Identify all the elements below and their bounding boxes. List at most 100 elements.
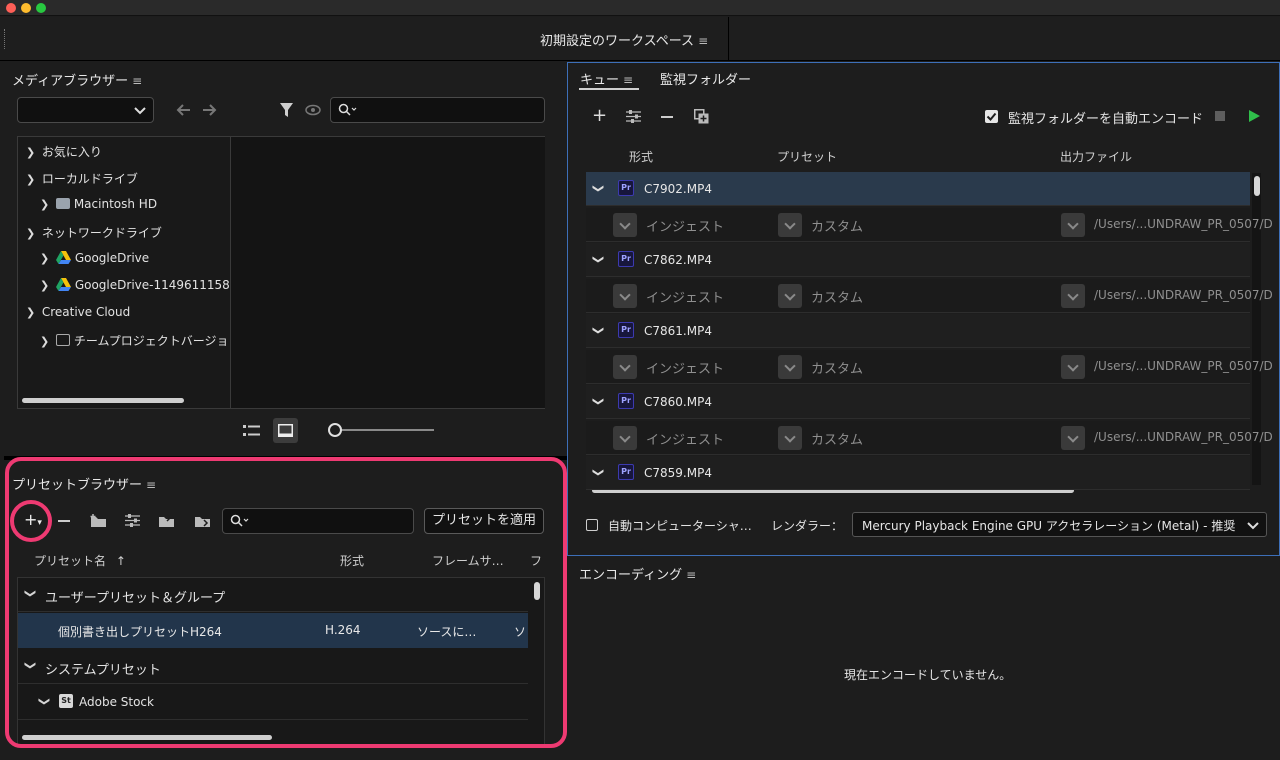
tree-item-local-drives[interactable]: ❯ ローカルドライブ [26,170,138,187]
chevron-right-icon[interactable]: ❯ [40,335,52,348]
chevron-down-icon [1247,522,1259,530]
preset-dropdown[interactable] [778,425,802,450]
close-window-button[interactable] [6,3,16,13]
preset-dropdown[interactable] [778,283,802,308]
drag-grip[interactable] [4,29,6,49]
workspace-menu-icon[interactable]: ≡ [698,34,708,48]
tree-horizontal-scrollbar[interactable] [22,398,184,403]
workspace-title[interactable]: 初期設定のワークスペース ≡ [540,30,708,49]
chevron-down-icon[interactable]: ❯ [592,326,605,335]
format-dropdown[interactable] [613,354,637,379]
output-dropdown[interactable] [1061,425,1085,450]
output-file-path[interactable]: /Users/...UNDRAW_PR_0507/D [1094,359,1273,373]
forward-arrow-icon[interactable] [201,103,217,117]
encoding-menu-icon[interactable]: ≡ [686,568,696,582]
remove-source-icon[interactable] [661,116,673,119]
thumbnail-zoom-slider[interactable] [334,429,434,431]
source-filename: C7861.MP4 [644,324,712,338]
workspace-separator [728,17,729,61]
chevron-down-icon[interactable]: ❯ [592,468,605,477]
auto-computer-label[interactable]: 自動コンピューターシャ… [608,517,752,534]
output-dropdown[interactable] [1061,354,1085,379]
tree-item-favorites[interactable]: ❯ お気に入り [26,143,102,160]
chevron-down-icon[interactable]: ❯ [592,184,605,193]
queue-source-row[interactable]: ❯ Pr C7860.MP4 [586,385,1250,419]
renderer-dropdown[interactable]: Mercury Playback Engine GPU アクセラレーション (M… [852,512,1267,537]
format-dropdown[interactable] [613,212,637,237]
tree-item-team-projects[interactable]: ❯ チームプロジェクトバージョン [40,332,230,349]
format-dropdown[interactable] [613,283,637,308]
chevron-down-icon[interactable]: ❯ [26,227,38,240]
zoom-window-button[interactable] [36,3,46,13]
preset-dropdown[interactable] [778,212,802,237]
source-filename: C7902.MP4 [644,182,712,196]
queue-vertical-scrollbar[interactable] [1254,176,1260,196]
chevron-down-icon[interactable]: ❯ [26,306,38,319]
google-drive-icon [55,278,71,291]
output-preset[interactable]: カスタム [811,287,863,306]
output-preset[interactable]: カスタム [811,358,863,377]
location-dropdown[interactable] [17,97,154,123]
media-browser-menu-icon[interactable]: ≡ [132,74,142,88]
output-file-path[interactable]: /Users/...UNDRAW_PR_0507/D [1094,217,1273,231]
queue-output-row[interactable]: インジェスト カスタム/Users/...UNDRAW_PR_0507/D [586,278,1273,313]
queue-settings-icon[interactable] [626,110,641,123]
output-format[interactable]: インジェスト [646,287,724,306]
output-file-path[interactable]: /Users/...UNDRAW_PR_0507/D [1094,430,1273,444]
media-search-input[interactable] [330,97,545,123]
queue-output-row[interactable]: インジェスト カスタム/Users/...UNDRAW_PR_0507/D [586,207,1273,242]
tree-item-googledrive[interactable]: ❯ GoogleDrive [40,251,149,265]
output-format[interactable]: インジェスト [646,429,724,448]
duplicate-icon[interactable] [694,109,709,124]
thumbnail-view-button[interactable] [273,418,298,443]
start-queue-play-icon[interactable] [1249,110,1260,122]
queue-output-row[interactable]: インジェスト カスタム/Users/...UNDRAW_PR_0507/D [586,349,1273,384]
output-preset[interactable]: カスタム [811,429,863,448]
eye-icon[interactable] [305,104,321,116]
queue-source-row[interactable]: ❯ Pr C7902.MP4 [586,172,1250,206]
chevron-down-icon[interactable]: ❯ [26,173,38,186]
tree-label: Macintosh HD [73,197,158,211]
chevron-right-icon[interactable]: ❯ [40,279,52,292]
tree-item-creative-cloud[interactable]: ❯ Creative Cloud [26,305,130,319]
auto-encode-checkbox[interactable] [985,110,998,123]
queue-source-row[interactable]: ❯ Pr C7859.MP4 [586,456,1250,490]
stop-queue-icon[interactable] [1215,111,1225,121]
output-format[interactable]: インジェスト [646,358,724,377]
output-format[interactable]: インジェスト [646,216,724,235]
queue-source-row[interactable]: ❯ Pr C7861.MP4 [586,314,1250,348]
format-dropdown[interactable] [613,425,637,450]
tree-item-macintosh-hd[interactable]: ❯ Macintosh HD [40,197,157,211]
zoom-slider-handle[interactable] [328,423,342,437]
encoding-status: 現在エンコードしていません。 [844,668,1012,682]
list-view-icon[interactable] [243,424,261,438]
tab-queue[interactable]: キュー ≡ [580,69,633,88]
chevron-right-icon[interactable]: ❯ [40,252,52,265]
chevron-down-icon[interactable]: ❯ [592,397,605,406]
add-source-plus-icon[interactable]: + [592,105,607,126]
tree-item-googledrive-account[interactable]: ❯ GoogleDrive-114961115805791 [40,278,230,292]
output-dropdown[interactable] [1061,283,1085,308]
chevron-down-icon[interactable]: ❯ [26,146,38,159]
chevron-right-icon[interactable]: ❯ [40,198,52,211]
tab-watch-folders[interactable]: 監視フォルダー [660,69,751,88]
encoding-panel: エンコーディング ≡ 現在エンコードしていません。 [567,558,1280,760]
preset-dropdown[interactable] [778,354,802,379]
queue-output-row[interactable]: インジェスト カスタム/Users/...UNDRAW_PR_0507/D [586,420,1273,455]
queue-source-row[interactable]: ❯ Pr C7862.MP4 [586,243,1250,277]
auto-computer-checkbox[interactable] [586,519,598,531]
output-preset[interactable]: カスタム [811,216,863,235]
back-arrow-icon[interactable] [176,103,192,117]
workspace-bar: 初期設定のワークスペース ≡ [0,17,1280,61]
tree-item-network-drives[interactable]: ❯ ネットワークドライブ [26,224,162,241]
encoding-title[interactable]: エンコーディング ≡ [579,564,696,583]
queue-menu-icon[interactable]: ≡ [623,73,633,87]
minimize-window-button[interactable] [21,3,31,13]
media-browser-title[interactable]: メディアブラウザー ≡ [12,70,142,89]
output-file-path[interactable]: /Users/...UNDRAW_PR_0507/D [1094,288,1273,302]
auto-encode-label[interactable]: 監視フォルダーを自動エンコード [1008,108,1203,127]
output-dropdown[interactable] [1061,212,1085,237]
filter-icon[interactable] [279,102,294,119]
source-filename: C7860.MP4 [644,395,712,409]
chevron-down-icon[interactable]: ❯ [592,255,605,264]
